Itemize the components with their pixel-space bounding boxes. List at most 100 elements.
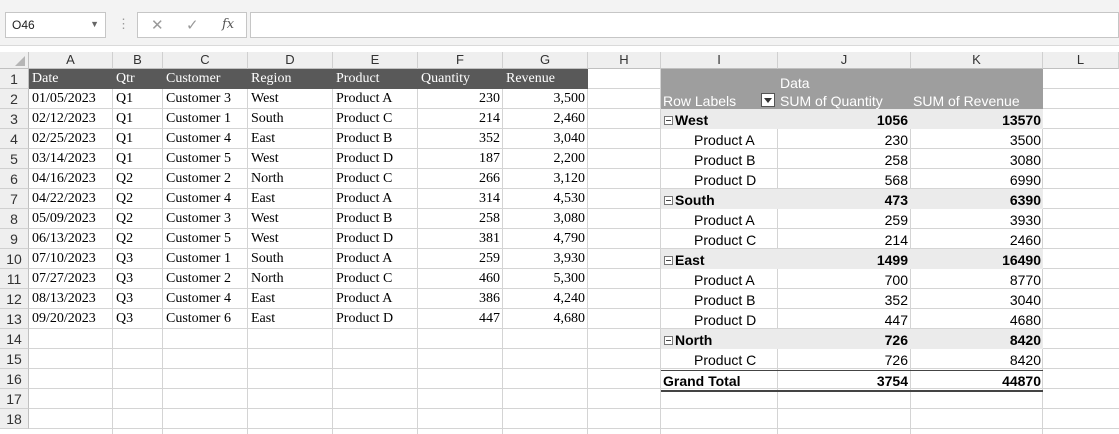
pivot-revenue-value[interactable]: 2460 (913, 230, 1041, 250)
table-cell-date[interactable]: 04/16/2023 (30, 169, 112, 189)
collapse-icon[interactable] (664, 116, 673, 125)
table-header-quantity[interactable]: Quantity (419, 69, 504, 89)
row-header-12[interactable]: 12 (0, 289, 29, 309)
select-all-corner[interactable] (0, 52, 29, 69)
pivot-quantity-value[interactable]: 473 (780, 190, 908, 210)
insert-function-icon[interactable]: fx (222, 17, 234, 32)
enter-icon[interactable]: ✓ (186, 16, 199, 34)
table-cell-revenue[interactable]: 3,080 (504, 209, 587, 229)
pivot-quantity-value[interactable]: 258 (780, 150, 908, 170)
row-header-4[interactable]: 4 (0, 129, 29, 149)
table-cell-date[interactable]: 01/05/2023 (30, 89, 112, 109)
pivot-item-label[interactable]: Product D (694, 310, 756, 330)
table-cell-product[interactable]: Product D (334, 149, 417, 169)
pivot-revenue-value[interactable]: 3930 (913, 210, 1041, 230)
table-cell-qtr[interactable]: Q1 (114, 89, 162, 109)
pivot-quantity-value[interactable]: 259 (780, 210, 908, 230)
table-cell-customer[interactable]: Customer 3 (164, 209, 247, 229)
table-cell-product[interactable]: Product A (334, 189, 417, 209)
table-cell-product[interactable]: Product D (334, 229, 417, 249)
table-cell-product[interactable]: Product B (334, 209, 417, 229)
pivot-quantity-value[interactable]: 230 (780, 130, 908, 150)
pivot-revenue-value[interactable]: 8420 (913, 350, 1041, 370)
column-header-d[interactable]: D (248, 52, 333, 69)
pivot-revenue-value[interactable]: 13570 (913, 110, 1041, 130)
table-cell-qtr[interactable]: Q3 (114, 269, 162, 289)
table-header-region[interactable]: Region (249, 69, 334, 89)
pivot-item-label[interactable]: Product D (694, 170, 756, 190)
table-cell-revenue[interactable]: 4,790 (504, 229, 587, 249)
table-cell-date[interactable]: 08/13/2023 (30, 289, 112, 309)
table-header-qtr[interactable]: Qtr (114, 69, 164, 89)
column-header-a[interactable]: A (29, 52, 113, 69)
table-cell-region[interactable]: West (249, 209, 332, 229)
pivot-item-label[interactable]: Product A (694, 270, 755, 290)
table-cell-revenue[interactable]: 3,500 (504, 89, 587, 109)
pivot-revenue-value[interactable]: 6990 (913, 170, 1041, 190)
pivot-region-label[interactable]: West (664, 110, 708, 130)
table-cell-revenue[interactable]: 2,460 (504, 109, 587, 129)
table-header-revenue[interactable]: Revenue (504, 69, 589, 89)
table-cell-customer[interactable]: Customer 3 (164, 89, 247, 109)
pivot-quantity-value[interactable]: 214 (780, 230, 908, 250)
row-header-15[interactable]: 15 (0, 349, 29, 369)
pivot-revenue-value[interactable]: 16490 (913, 250, 1041, 270)
table-cell-revenue[interactable]: 3,040 (504, 129, 587, 149)
formula-input[interactable] (250, 12, 1119, 38)
pivot-revenue-value[interactable]: 3080 (913, 150, 1041, 170)
table-cell-region[interactable]: North (249, 169, 332, 189)
pivot-item-label[interactable]: Product A (694, 210, 755, 230)
table-cell-customer[interactable]: Customer 1 (164, 109, 247, 129)
table-cell-region[interactable]: West (249, 149, 332, 169)
column-header-l[interactable]: L (1043, 52, 1119, 69)
column-header-e[interactable]: E (333, 52, 418, 69)
pivot-quantity-value[interactable]: 726 (780, 350, 908, 370)
pivot-revenue-value[interactable]: 8420 (913, 330, 1041, 350)
row-labels-filter-button[interactable] (761, 93, 775, 107)
table-cell-date[interactable]: 02/25/2023 (30, 129, 112, 149)
table-cell-customer[interactable]: Customer 5 (164, 149, 247, 169)
table-cell-quantity[interactable]: 386 (419, 289, 502, 309)
row-header-10[interactable]: 10 (0, 249, 29, 269)
table-cell-customer[interactable]: Customer 1 (164, 249, 247, 269)
pivot-item-label[interactable]: Product C (694, 230, 756, 250)
table-cell-customer[interactable]: Customer 4 (164, 129, 247, 149)
table-cell-quantity[interactable]: 258 (419, 209, 502, 229)
name-box[interactable]: O46 ▼ (5, 12, 106, 38)
table-cell-date[interactable]: 03/14/2023 (30, 149, 112, 169)
column-header-g[interactable]: G (503, 52, 588, 69)
table-cell-qtr[interactable]: Q2 (114, 189, 162, 209)
pivot-quantity-value[interactable]: 726 (780, 330, 908, 350)
pivot-region-label[interactable]: North (664, 330, 712, 350)
column-header-b[interactable]: B (113, 52, 163, 69)
table-cell-qtr[interactable]: Q1 (114, 109, 162, 129)
cancel-icon[interactable]: ✕ (151, 16, 164, 34)
table-cell-product[interactable]: Product A (334, 289, 417, 309)
collapse-icon[interactable] (664, 256, 673, 265)
pivot-revenue-value[interactable]: 3500 (913, 130, 1041, 150)
table-cell-quantity[interactable]: 187 (419, 149, 502, 169)
pivot-item-label[interactable]: Product C (694, 350, 756, 370)
pivot-region-label[interactable]: East (664, 250, 705, 270)
table-cell-product[interactable]: Product A (334, 249, 417, 269)
table-cell-region[interactable]: East (249, 129, 332, 149)
table-cell-region[interactable]: West (249, 229, 332, 249)
table-cell-product[interactable]: Product D (334, 309, 417, 329)
table-cell-customer[interactable]: Customer 5 (164, 229, 247, 249)
table-cell-product[interactable]: Product C (334, 109, 417, 129)
table-cell-quantity[interactable]: 460 (419, 269, 502, 289)
table-cell-date[interactable]: 07/10/2023 (30, 249, 112, 269)
table-header-customer[interactable]: Customer (164, 69, 249, 89)
table-cell-quantity[interactable]: 447 (419, 309, 502, 329)
drag-handle-icon[interactable]: ⋮ (117, 16, 130, 32)
table-cell-qtr[interactable]: Q1 (114, 129, 162, 149)
row-header-3[interactable]: 3 (0, 109, 29, 129)
table-cell-region[interactable]: East (249, 189, 332, 209)
pivot-quantity-value[interactable]: 1499 (780, 250, 908, 270)
row-header-7[interactable]: 7 (0, 189, 29, 209)
row-header-6[interactable]: 6 (0, 169, 29, 189)
row-header-13[interactable]: 13 (0, 309, 29, 329)
column-header-j[interactable]: J (778, 52, 911, 69)
collapse-icon[interactable] (664, 196, 673, 205)
table-cell-region[interactable]: North (249, 269, 332, 289)
